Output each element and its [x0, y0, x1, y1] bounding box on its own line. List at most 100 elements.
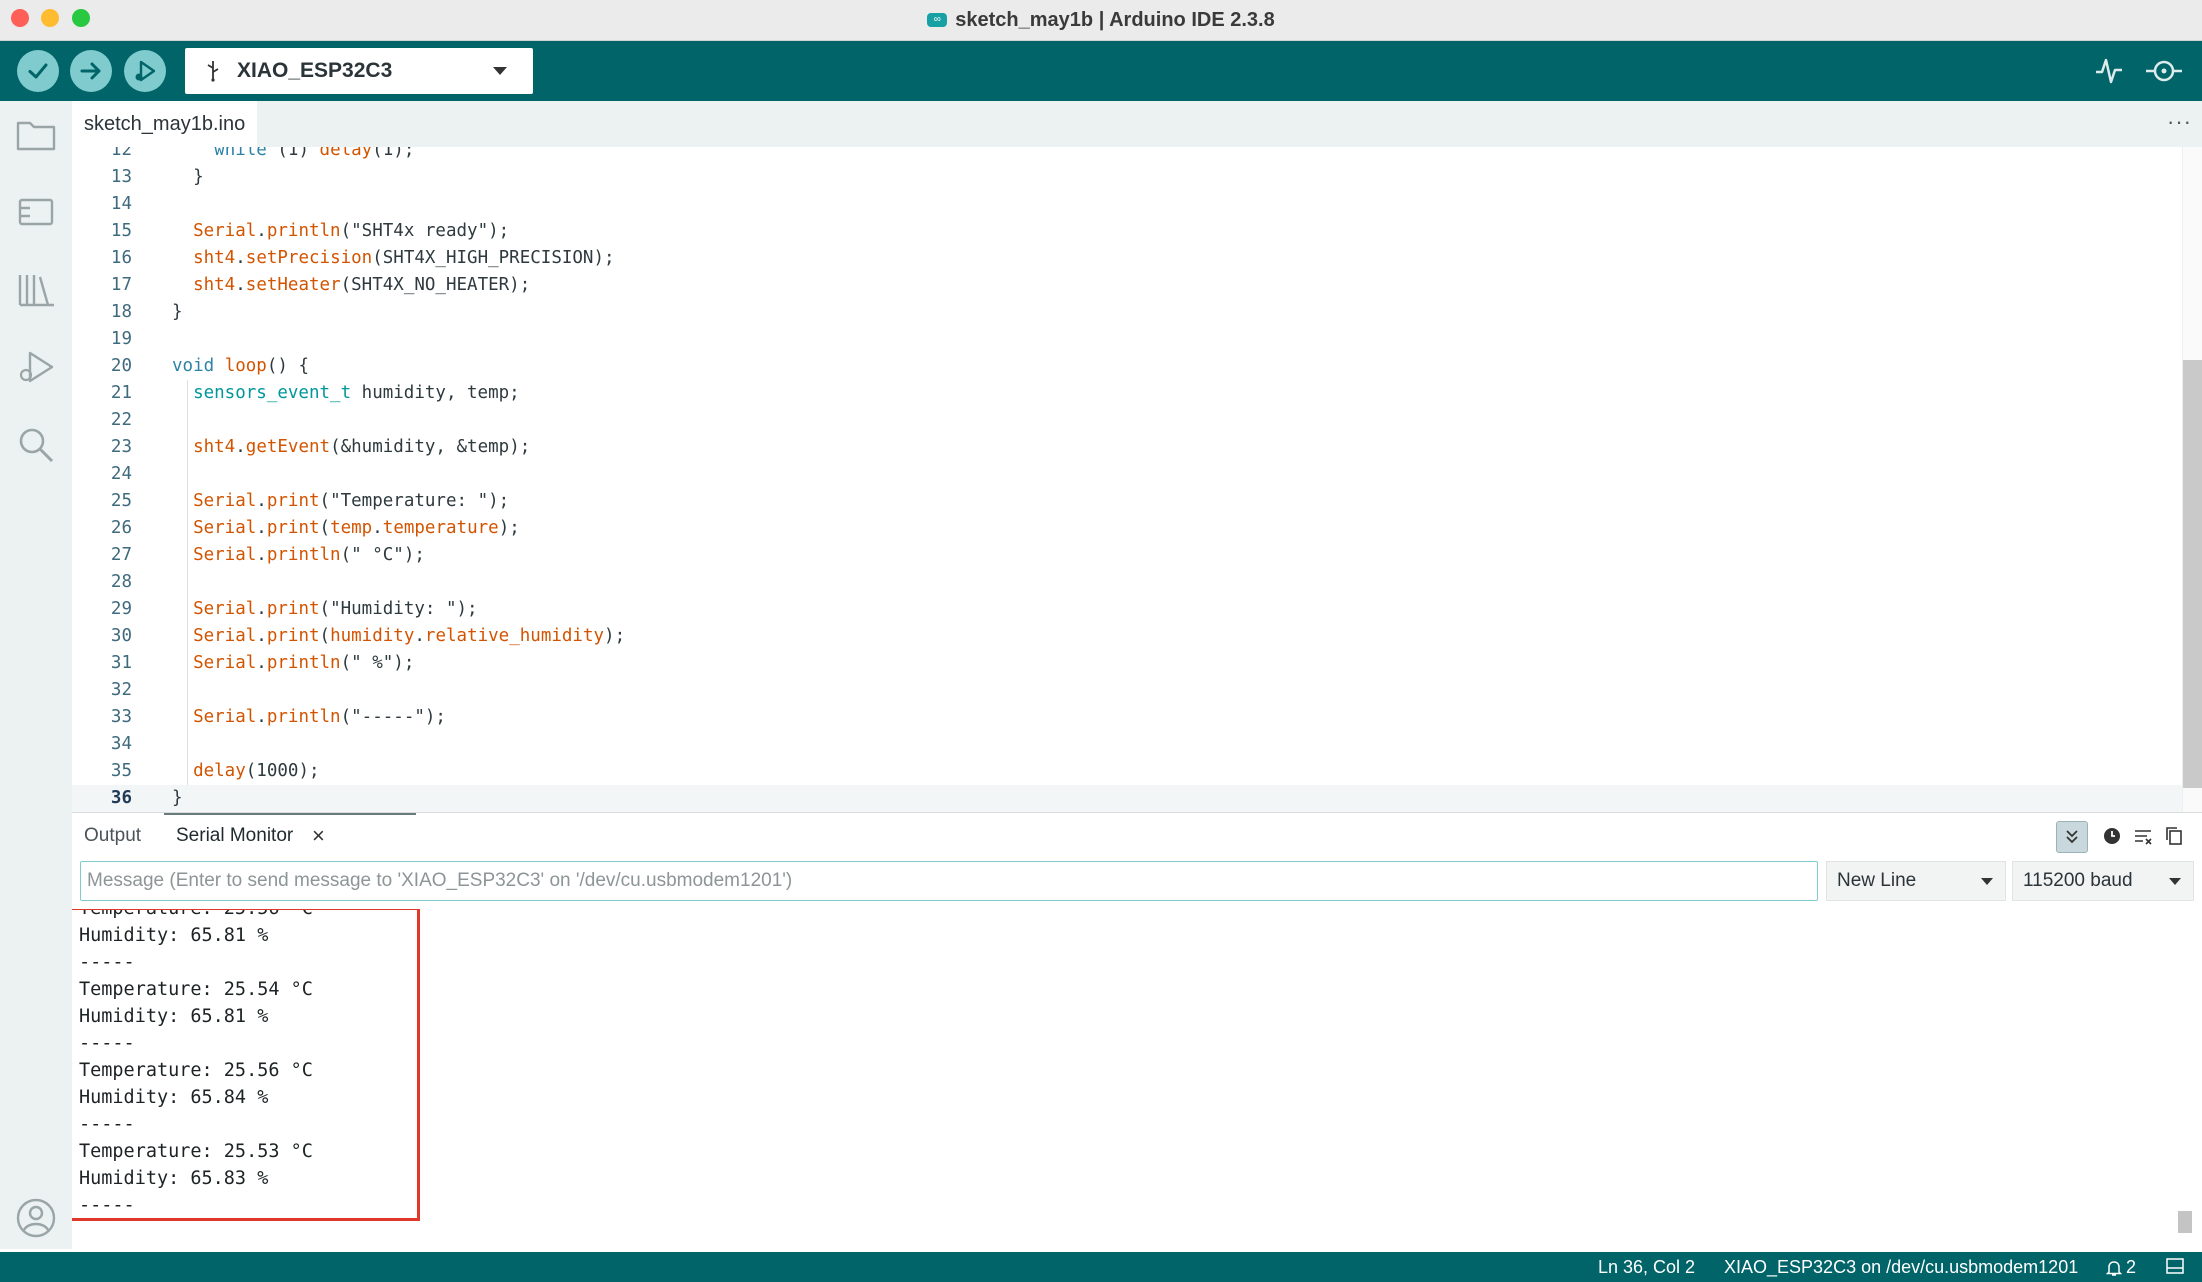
code-line: 20 void loop() {: [72, 353, 2182, 380]
plotter-icon: [2096, 58, 2122, 84]
title-wrap: ∞ sketch_may1b | Arduino IDE 2.3.8: [0, 0, 2202, 40]
more-actions-icon[interactable]: ···: [2167, 109, 2192, 135]
line-number: 13: [110, 167, 132, 187]
editor-scrollbar-thumb[interactable]: [2183, 360, 2202, 788]
code-text: Serial.println(" °C");: [172, 542, 425, 569]
account-icon[interactable]: [14, 1196, 58, 1240]
double-chevron-down-icon: [2066, 830, 2078, 844]
editor-tab-bar: sketch_may1b.ino ···: [72, 101, 2202, 147]
line-number: 25: [110, 491, 132, 511]
code-token: (1000);: [245, 761, 320, 781]
code-token: (: [319, 626, 331, 646]
code-line: 27 Serial.println(" °C");: [72, 542, 2182, 569]
code-line: 35 delay(1000);: [72, 758, 2182, 785]
clear-output-button[interactable]: [2128, 821, 2158, 851]
upload-button[interactable]: [70, 50, 112, 92]
code-text: while (1) delay(1);: [172, 147, 414, 164]
bell-icon: [2106, 1260, 2122, 1276]
autoscroll-button[interactable]: [2056, 821, 2088, 853]
code-token: loop: [224, 356, 267, 376]
boards-manager-icon[interactable]: [14, 190, 58, 234]
code-token: (SHT4X_HIGH_PRECISION);: [372, 248, 615, 268]
line-ending-value: New Line: [1837, 870, 1917, 891]
copy-icon: [2166, 827, 2182, 845]
debug-sidebar-icon[interactable]: [14, 345, 58, 389]
copy-output-button[interactable]: [2159, 821, 2189, 851]
arrow-right-icon: [80, 62, 101, 80]
board-selector[interactable]: XIAO_ESP32C3: [185, 48, 533, 94]
code-line: 26 Serial.print(temp.temperature);: [72, 515, 2182, 542]
serial-message-input[interactable]: [80, 861, 1818, 901]
line-number: 36: [110, 788, 132, 808]
file-tab[interactable]: sketch_may1b.ino: [72, 101, 258, 147]
code-line: 13 }: [72, 164, 2182, 191]
code-token: Serial: [193, 545, 257, 565]
code-line: 34: [72, 731, 2182, 758]
code-token: Serial: [193, 518, 257, 538]
status-bar: Ln 36, Col 2 XIAO_ESP32C3 on /dev/cu.usb…: [0, 1252, 2202, 1282]
toggle-panel-icon[interactable]: [2166, 1258, 2184, 1274]
code-token: println: [266, 221, 341, 241]
code-token: (1);: [372, 147, 415, 160]
tab-serial-monitor[interactable]: Serial Monitor: [176, 825, 293, 847]
verify-button[interactable]: [17, 50, 59, 92]
code-token: sht4: [193, 437, 236, 457]
line-number: 31: [110, 653, 132, 673]
code-text: Serial.print("Humidity: ");: [172, 596, 478, 623]
timestamp-button[interactable]: [2097, 821, 2127, 851]
code-token: ("Humidity: ");: [319, 599, 478, 619]
library-manager-icon[interactable]: [14, 267, 58, 311]
highlight-annotation: [72, 909, 420, 1221]
code-token: .: [235, 437, 246, 457]
checkmark-icon: [28, 63, 48, 79]
folder-icon[interactable]: [14, 113, 58, 157]
serial-monitor-button[interactable]: [2144, 54, 2184, 88]
code-token: Serial: [193, 653, 257, 673]
code-token: relative_humidity: [424, 626, 605, 646]
close-tab-icon[interactable]: ×: [312, 823, 325, 849]
code-token: .: [256, 707, 267, 727]
serial-plotter-button[interactable]: [2092, 54, 2126, 88]
code-token: humidity, temp;: [351, 383, 520, 403]
code-token: Serial: [193, 491, 257, 511]
code-token: .: [235, 248, 246, 268]
code-line: 23 sht4.getEvent(&humidity, &temp);: [72, 434, 2182, 461]
clock-icon: [2104, 828, 2120, 844]
activity-bar: [0, 101, 72, 1249]
tab-output[interactable]: Output: [84, 825, 141, 847]
code-editor[interactable]: 12 while (1) delay(1); 13 } 14 15 Serial.pr…: [72, 147, 2182, 812]
code-line: 19: [72, 326, 2182, 353]
code-token: delay: [193, 761, 246, 781]
serial-output-scrollbar-thumb[interactable]: [2178, 1211, 2192, 1233]
line-ending-select[interactable]: New Line: [1826, 861, 2006, 901]
cursor-position[interactable]: Ln 36, Col 2: [1598, 1257, 1695, 1278]
code-token: print: [266, 626, 320, 646]
debug-button[interactable]: [124, 50, 166, 92]
code-token: .: [256, 491, 267, 511]
baud-rate-select[interactable]: 115200 baud: [2012, 861, 2194, 901]
code-token: Serial: [193, 626, 257, 646]
code-text: }: [172, 164, 204, 191]
line-number: 18: [110, 302, 132, 322]
code-text: sensors_event_t humidity, temp;: [172, 380, 520, 407]
board-port-status[interactable]: XIAO_ESP32C3 on /dev/cu.usbmodem1201: [1724, 1257, 2078, 1278]
code-token: void: [172, 356, 215, 376]
notifications[interactable]: 2: [2106, 1257, 2136, 1278]
code-token: (" °C");: [340, 545, 425, 565]
code-token: Serial: [193, 707, 257, 727]
code-token: sht4: [193, 248, 236, 268]
code-token: (1): [266, 147, 320, 160]
code-text: sht4.setPrecision(SHT4X_HIGH_PRECISION);: [172, 245, 615, 272]
code-line: 16 sht4.setPrecision(SHT4X_HIGH_PRECISIO…: [72, 245, 2182, 272]
baud-rate-value: 115200 baud: [2023, 870, 2133, 891]
window-title: sketch_may1b | Arduino IDE 2.3.8: [955, 8, 1275, 31]
search-icon[interactable]: [14, 423, 58, 467]
code-line: 28: [72, 569, 2182, 596]
